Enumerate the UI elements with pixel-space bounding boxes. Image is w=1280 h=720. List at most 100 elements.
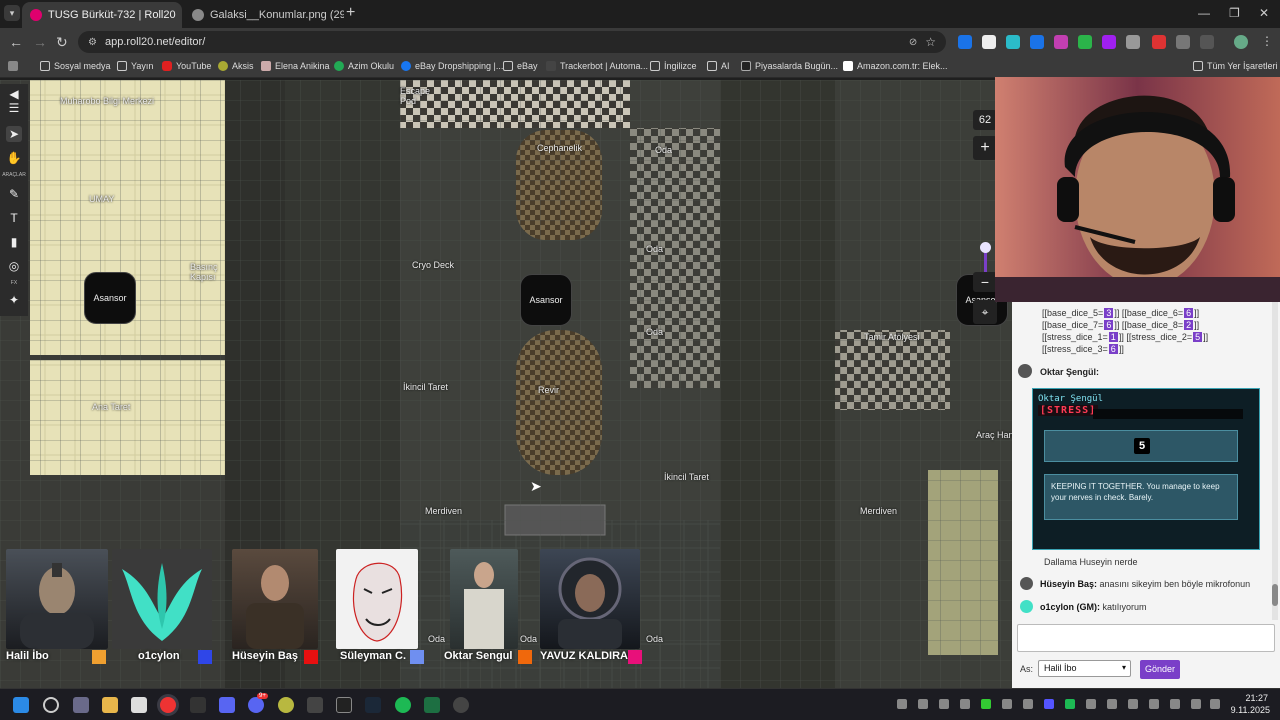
bookmark-item[interactable]: Trackerbot | Automa... xyxy=(546,61,648,71)
extension-icon[interactable] xyxy=(1030,35,1044,49)
tray-icon[interactable] xyxy=(939,699,949,709)
chrome-icon[interactable] xyxy=(160,697,176,713)
tray-icon[interactable] xyxy=(1086,699,1096,709)
bookmark-item[interactable]: AI xyxy=(707,61,730,71)
bookmark-item[interactable]: Aksis xyxy=(218,61,254,71)
player-color-swatch[interactable] xyxy=(92,650,106,664)
steam-icon[interactable] xyxy=(365,697,381,713)
tray-icon[interactable] xyxy=(1107,699,1117,709)
player-yavuz[interactable]: YAVUZ KALDIRAN xyxy=(540,549,642,667)
player-color-swatch[interactable] xyxy=(518,650,532,664)
bookmark-item[interactable]: İngilizce xyxy=(650,61,697,71)
extension-icon[interactable] xyxy=(958,35,972,49)
player-color-swatch[interactable] xyxy=(198,650,212,664)
tab-roll20[interactable]: TUSG Bürküt-732 | Roll20 ✕ xyxy=(22,2,182,28)
tray-icon[interactable] xyxy=(960,699,970,709)
tray-icon[interactable] xyxy=(1065,699,1075,709)
extension-icon[interactable] xyxy=(1126,35,1140,49)
extension-icon[interactable] xyxy=(1152,35,1166,49)
extension-icon[interactable] xyxy=(1054,35,1068,49)
elevator-token[interactable]: Asansor xyxy=(520,274,572,326)
clock-time[interactable]: 21:27 xyxy=(1232,693,1268,703)
app-icon[interactable] xyxy=(307,697,323,713)
zoom-in-button[interactable]: + xyxy=(973,136,997,160)
bookmark-item[interactable]: Yayın xyxy=(117,61,153,71)
extension-icon[interactable] xyxy=(1176,35,1190,49)
epic-games-icon[interactable] xyxy=(336,697,352,713)
extensions-puzzle-icon[interactable] xyxy=(1200,35,1214,49)
tray-icon[interactable] xyxy=(1002,699,1012,709)
player-oktar[interactable]: Oktar Sengul xyxy=(444,549,532,667)
excel-icon[interactable] xyxy=(424,697,440,713)
app-icon[interactable] xyxy=(219,697,235,713)
player-color-swatch[interactable] xyxy=(304,650,318,664)
text-tool-icon[interactable]: T xyxy=(6,210,22,226)
new-tab-button[interactable]: + xyxy=(346,4,355,22)
tab-galaksi[interactable]: Galaksi__Konumlar.png (2970 ✕ xyxy=(184,2,344,28)
site-info-icon[interactable]: ⚙ xyxy=(88,37,97,48)
player-huseyin[interactable]: Hüseyin Baş xyxy=(232,549,318,667)
fog-icon[interactable]: ◎ xyxy=(6,258,22,274)
volume-icon[interactable] xyxy=(1210,699,1220,709)
roll-result-value[interactable]: 5 xyxy=(1134,438,1150,454)
bookmark-item[interactable]: YouTube xyxy=(162,61,211,71)
obs-icon[interactable] xyxy=(453,697,469,713)
apps-icon[interactable] xyxy=(8,61,18,71)
elevator-token[interactable]: Asansor xyxy=(84,272,136,324)
chat-input[interactable] xyxy=(1017,624,1275,652)
store-icon[interactable] xyxy=(131,697,147,713)
spotify-icon[interactable] xyxy=(395,697,411,713)
bookmark-item[interactable]: Sosyal medya xyxy=(40,61,111,71)
bookmark-item[interactable]: Elena Anikina xyxy=(261,61,330,71)
player-suleyman[interactable]: Süleyman C. xyxy=(336,549,424,667)
bookmark-item[interactable]: Piyasalarda Bugün... xyxy=(741,61,838,71)
camera-blocked-icon[interactable]: ⊘ xyxy=(909,37,917,48)
magic-wand-icon[interactable]: ✦ xyxy=(6,292,22,308)
tray-icon[interactable] xyxy=(981,699,991,709)
app-icon[interactable] xyxy=(278,697,294,713)
pan-hand-icon[interactable]: ✋ xyxy=(6,150,22,166)
speaking-as-select[interactable]: Halil İbo ▾ xyxy=(1038,660,1131,677)
windows-start-icon[interactable] xyxy=(13,697,29,713)
tray-icon[interactable] xyxy=(1128,699,1138,709)
bookmark-item[interactable]: eBay Dropshipping |... xyxy=(401,61,503,71)
minimize-button[interactable]: — xyxy=(1198,6,1210,20)
tray-icon[interactable] xyxy=(918,699,928,709)
tray-icon[interactable] xyxy=(897,699,907,709)
tray-icon[interactable] xyxy=(1023,699,1033,709)
player-color-swatch[interactable] xyxy=(628,650,642,664)
player-halil[interactable]: Halil İbo xyxy=(6,549,108,667)
center-view-icon[interactable]: ⌖ xyxy=(973,300,997,324)
zoom-slider-handle[interactable] xyxy=(980,242,991,253)
extension-icon[interactable] xyxy=(982,35,996,49)
app-icon[interactable] xyxy=(190,697,206,713)
chat-scrollbar-thumb[interactable] xyxy=(1272,584,1278,606)
ruler-icon[interactable]: ▮ xyxy=(6,234,22,250)
close-window-button[interactable]: ✕ xyxy=(1259,6,1269,20)
menu-icon[interactable]: ☰ xyxy=(6,100,22,116)
address-bar[interactable]: ⚙ app.roll20.net/editor/ ⊘ ☆ xyxy=(78,31,946,53)
all-bookmarks[interactable]: Tüm Yer İşaretleri xyxy=(1193,61,1278,71)
profile-avatar[interactable] xyxy=(1234,35,1248,49)
network-icon[interactable] xyxy=(1191,699,1201,709)
restore-button[interactable]: ❐ xyxy=(1229,6,1240,20)
tray-icon[interactable] xyxy=(1044,699,1054,709)
reload-button[interactable]: ↻ xyxy=(56,34,68,51)
bookmark-item[interactable]: eBay xyxy=(503,61,538,71)
tray-icon[interactable] xyxy=(1149,699,1159,709)
clock-date[interactable]: 9.11.2025 xyxy=(1226,705,1270,715)
app-icon[interactable] xyxy=(73,697,89,713)
browser-menu-icon[interactable]: ⋮ xyxy=(1261,34,1273,48)
extension-icon[interactable] xyxy=(1102,35,1116,49)
extension-icon[interactable] xyxy=(1078,35,1092,49)
select-tool-icon[interactable]: ➤ xyxy=(6,126,22,142)
discord-icon[interactable] xyxy=(248,697,264,713)
bookmark-item[interactable]: Amazon.com.tr: Elek... xyxy=(843,61,948,71)
zoom-level[interactable]: 62 xyxy=(973,110,997,130)
player-color-swatch[interactable] xyxy=(410,650,424,664)
forward-button[interactable]: → xyxy=(33,34,47,50)
tab-search-button[interactable]: ▾ xyxy=(4,5,20,21)
draw-brush-icon[interactable]: ✎ xyxy=(6,186,22,202)
search-icon[interactable] xyxy=(43,697,59,713)
bookmark-item[interactable]: Azim Okulu xyxy=(334,61,394,71)
